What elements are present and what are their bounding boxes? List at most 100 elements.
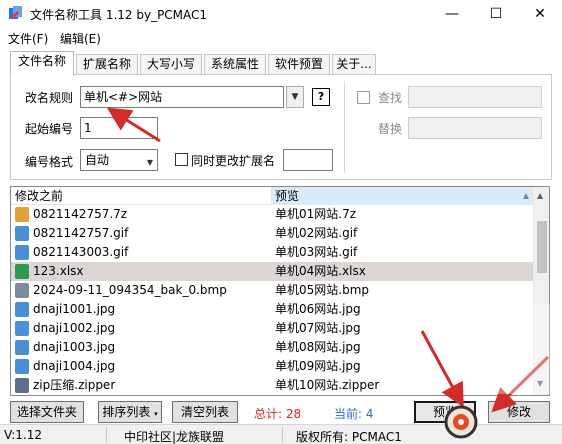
column-preview[interactable]: 预览 ▲ xyxy=(271,187,535,205)
replace-input[interactable] xyxy=(408,117,542,139)
list-item[interactable]: 123.xlsx 单机04网站.xlsx xyxy=(11,262,535,281)
sort-list-label: 排序列表 xyxy=(102,405,151,419)
cell-preview: 单机04网站.xlsx xyxy=(275,264,366,278)
cell-preview: 单机01网站.7z xyxy=(275,207,357,221)
cell-before: dnaji1001.jpg xyxy=(33,302,116,316)
xlsx-icon xyxy=(15,264,29,279)
cell-before: zip压缩.zipper xyxy=(33,378,116,392)
cell-preview: 单机07网站.jpg xyxy=(275,321,361,335)
cell-before: dnaji1002.jpg xyxy=(33,321,116,335)
cell-before: 0821142757.gif xyxy=(33,226,129,240)
rule-dropdown-button[interactable]: ▼ xyxy=(286,86,304,108)
list-item[interactable]: 0821143003.gif 单机03网站.gif xyxy=(11,243,535,262)
tab-bar: 文件名称 扩展名称 大写小写 系统属性 软件预置 关于... xyxy=(10,51,390,76)
menu-edit[interactable]: 编辑(E) xyxy=(60,30,101,47)
7z-icon xyxy=(15,207,29,222)
cell-before: dnaji1004.jpg xyxy=(33,359,116,373)
app-icon xyxy=(9,6,22,19)
tab-presets[interactable]: 软件预置 xyxy=(268,54,330,75)
cell-before: 123.xlsx xyxy=(33,264,84,278)
bmp-icon xyxy=(15,283,29,298)
file-list[interactable]: 修改之前 预览 ▲ 0821142757.7z 单机01网站.7z 08211427… xyxy=(10,186,550,396)
sort-ascending-icon: ▲ xyxy=(522,191,529,200)
jpg-icon xyxy=(15,302,29,317)
sync-extension-checkbox[interactable] xyxy=(175,153,188,166)
cell-before: dnaji1003.jpg xyxy=(33,340,116,354)
cell-preview: 单机02网站.gif xyxy=(275,226,358,240)
cell-before: 0821143003.gif xyxy=(33,245,129,259)
number-format-value: 自动 xyxy=(85,153,110,167)
clear-list-button[interactable]: 清空列表 xyxy=(172,401,238,423)
gif-icon xyxy=(15,226,29,241)
community-text: 中印社区|龙族联盟 xyxy=(124,430,225,444)
select-folder-button[interactable]: 选择文件夹 xyxy=(10,401,84,423)
list-item[interactable]: 0821142757.gif 单机02网站.gif xyxy=(11,224,535,243)
list-item[interactable]: dnaji1003.jpg 单机08网站.jpg xyxy=(11,338,535,357)
jpg-icon xyxy=(15,359,29,374)
cell-preview: 单机03网站.gif xyxy=(275,245,358,259)
help-button[interactable]: ? xyxy=(312,88,330,106)
number-format-label: 编号格式 xyxy=(25,155,74,169)
start-number-input[interactable]: 1 xyxy=(80,117,158,139)
cell-preview: 单机10网站.zipper xyxy=(275,378,380,392)
cell-before: 0821142757.7z xyxy=(33,207,128,221)
column-preview-label: 预览 xyxy=(275,189,300,203)
find-input[interactable] xyxy=(408,86,542,108)
list-item[interactable]: dnaji1002.jpg 单机07网站.jpg xyxy=(11,319,535,338)
cell-preview: 单机09网站.jpg xyxy=(275,359,361,373)
minimize-button[interactable]: — xyxy=(430,0,474,28)
tab-file-name[interactable]: 文件名称 xyxy=(10,51,74,76)
cell-preview: 单机08网站.jpg xyxy=(275,340,361,354)
tab-extension[interactable]: 扩展名称 xyxy=(76,54,138,75)
chevron-down-icon: ▼ xyxy=(146,158,153,167)
start-number-label: 起始编号 xyxy=(25,122,74,136)
chevron-down-icon: ▼ xyxy=(291,92,299,102)
list-header: 修改之前 预览 ▲ xyxy=(11,187,535,205)
extension-input[interactable] xyxy=(283,149,333,171)
scrollbar-thumb[interactable] xyxy=(537,221,547,273)
menu-bar: 文件(F) 编辑(E) xyxy=(0,28,562,48)
version-text: V:1.12 xyxy=(4,428,42,442)
column-before[interactable]: 修改之前 xyxy=(11,187,271,205)
tab-about[interactable]: 关于... xyxy=(332,54,376,75)
tab-attributes[interactable]: 系统属性 xyxy=(204,54,266,75)
list-item[interactable]: dnaji1004.jpg 单机09网站.jpg xyxy=(11,357,535,376)
close-button[interactable]: ✕ xyxy=(518,0,562,28)
modify-button[interactable]: 修改 xyxy=(488,401,550,423)
list-item[interactable]: dnaji1001.jpg 单机06网站.jpg xyxy=(11,300,535,319)
list-item[interactable]: zip压缩.zipper 单机10网站.zipper xyxy=(11,376,535,395)
list-item[interactable]: 0821142757.7z 单机01网站.7z xyxy=(11,205,535,224)
find-checkbox[interactable] xyxy=(357,91,370,104)
cell-preview: 单机11网站.rtf xyxy=(275,395,531,396)
replace-label: 替换 xyxy=(378,122,403,136)
rule-input[interactable]: 单机<#>网站 xyxy=(80,86,284,108)
tab-case[interactable]: 大写小写 xyxy=(140,54,202,75)
sort-list-button[interactable]: 排序列表 ▾ xyxy=(98,401,162,423)
cell-preview: 单机05网站.bmp xyxy=(275,283,370,297)
vertical-scrollbar[interactable]: ▲ ▼ xyxy=(533,187,549,395)
status-bar: V:1.12 中印社区|龙族联盟 版权所有: PCMAC1 xyxy=(0,424,562,444)
cell-before: 华为内部培训资料.rtf xyxy=(33,395,269,396)
panel-divider xyxy=(344,81,345,173)
scroll-down-icon[interactable]: ▼ xyxy=(537,379,543,388)
zip-icon xyxy=(15,378,29,393)
copyright-text: 版权所有: PCMAC1 xyxy=(296,430,402,444)
cell-before: 2024-09-11_094354_bak_0.bmp xyxy=(33,283,227,297)
sync-extension-label: 同时更改扩展名 xyxy=(191,154,276,168)
list-item[interactable]: 华为内部培训资料.rtf 单机11网站.rtf xyxy=(11,395,535,396)
list-item[interactable]: 2024-09-11_094354_bak_0.bmp 单机05网站.bmp xyxy=(11,281,535,300)
title-bar: 文件名称工具 1.12 by_PCMAC1 — ☐ ✕ xyxy=(0,0,562,28)
rename-settings-panel: 改名规则 单机<#>网站 ▼ ? 起始编号 1 编号格式 自动 ▼ 同时更改扩展… xyxy=(10,74,552,180)
status-divider xyxy=(106,427,107,443)
current-count: 当前: 4 xyxy=(334,407,374,421)
number-format-select[interactable]: 自动 ▼ xyxy=(80,149,158,171)
list-rows: 0821142757.7z 单机01网站.7z 0821142757.gif 单机02… xyxy=(11,205,535,395)
scroll-up-icon[interactable]: ▲ xyxy=(537,191,543,200)
jpg-icon xyxy=(15,340,29,355)
total-count: 总计: 28 xyxy=(254,407,302,421)
preview-button[interactable]: 预览 xyxy=(414,401,476,423)
menu-file[interactable]: 文件(F) xyxy=(8,30,48,47)
maximize-button[interactable]: ☐ xyxy=(474,0,518,28)
status-divider xyxy=(282,427,283,443)
window-title: 文件名称工具 1.12 by_PCMAC1 xyxy=(30,8,208,22)
